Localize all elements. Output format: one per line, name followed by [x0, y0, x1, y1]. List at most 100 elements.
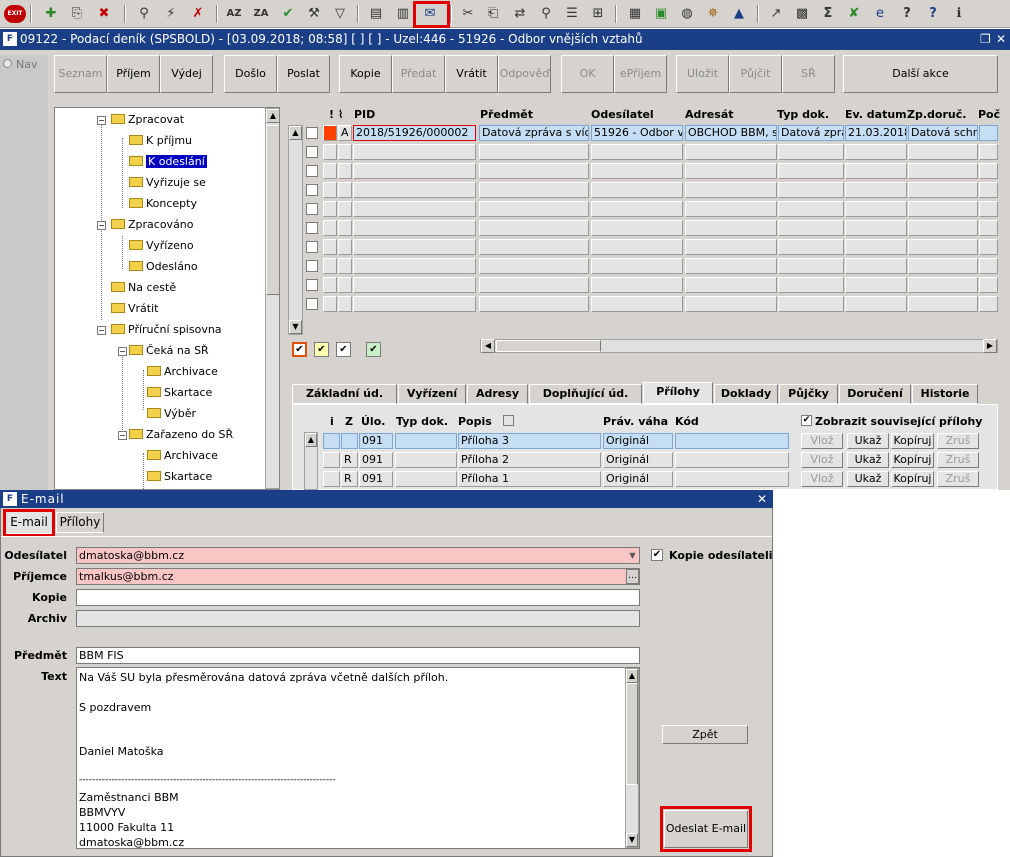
empty-cell[interactable] — [908, 182, 978, 198]
document-icon[interactable]: ▦ — [626, 5, 644, 23]
empty-cell[interactable] — [338, 182, 352, 198]
kopie-odesilateli-checkbox[interactable]: ✔ — [651, 549, 663, 561]
collapse-icon[interactable]: − — [97, 326, 106, 335]
excel-icon[interactable]: ✘ — [845, 5, 863, 23]
empty-cell[interactable] — [979, 163, 998, 179]
ulozit-button[interactable]: Uložit — [676, 55, 729, 93]
tree-item-skartace-2[interactable]: Skartace — [147, 468, 212, 486]
collapse-icon[interactable]: − — [118, 347, 127, 356]
empty-cell[interactable] — [845, 220, 907, 236]
row-checkbox[interactable] — [306, 146, 318, 158]
empty-cell[interactable] — [908, 201, 978, 217]
att-vaha-cell[interactable]: Originál — [603, 433, 673, 449]
empty-cell[interactable] — [353, 296, 476, 312]
empty-cell[interactable] — [323, 201, 337, 217]
pujcit-button[interactable]: Půjčit — [729, 55, 782, 93]
odesilatel-field[interactable]: dmatoska@bbm.cz — [76, 547, 640, 564]
vratit-button[interactable]: Vrátit — [445, 55, 498, 93]
vloz-button[interactable]: Vlož — [801, 471, 843, 487]
empty-cell[interactable] — [479, 163, 589, 179]
empty-cell[interactable] — [979, 239, 998, 255]
empty-cell[interactable] — [845, 163, 907, 179]
empty-cell[interactable] — [685, 258, 777, 274]
att-popis-cell[interactable]: Příloha 2 — [458, 452, 601, 468]
chart-icon[interactable]: ↗ — [767, 5, 785, 23]
tab-historie[interactable]: Historie — [912, 384, 978, 404]
add-record-icon[interactable]: ✚ — [42, 5, 60, 23]
empty-cell[interactable] — [338, 239, 352, 255]
tree-item-archivace-2[interactable]: Archivace — [147, 447, 218, 465]
empty-cell[interactable] — [338, 258, 352, 274]
tree-item-skartace[interactable]: Skartace — [147, 384, 212, 402]
execute-query-icon[interactable]: ⚡ — [162, 5, 180, 23]
row-checkbox[interactable] — [306, 298, 318, 310]
empty-cell[interactable] — [778, 182, 844, 198]
empty-cell[interactable] — [778, 258, 844, 274]
zrus-button[interactable]: Zruš — [937, 452, 979, 468]
evdatum-cell[interactable]: 21.03.2018 — [845, 125, 907, 141]
empty-cell[interactable] — [353, 163, 476, 179]
predmet-cell[interactable]: Datová zpráva s více — [479, 125, 589, 141]
att-typ-cell[interactable] — [395, 433, 457, 449]
row-checkbox[interactable] — [306, 127, 318, 139]
row-checkbox[interactable] — [306, 165, 318, 177]
empty-cell[interactable] — [591, 163, 683, 179]
empty-cell[interactable] — [353, 144, 476, 160]
empty-cell[interactable] — [979, 296, 998, 312]
empty-cell[interactable] — [479, 296, 589, 312]
tree-item-archivace[interactable]: Archivace — [147, 363, 218, 381]
sort-ascending-icon[interactable]: AZ — [225, 5, 243, 23]
empty-cell[interactable] — [338, 201, 352, 217]
scroll-thumb[interactable] — [496, 340, 601, 352]
chevron-down-icon[interactable]: ▼ — [626, 548, 639, 563]
empty-cell[interactable] — [908, 220, 978, 236]
empty-cell[interactable] — [845, 182, 907, 198]
scroll-left-icon[interactable]: ◀ — [481, 339, 495, 353]
close-icon[interactable]: ✕ — [757, 490, 767, 508]
tree-item-koncepty[interactable]: Koncepty — [129, 195, 197, 213]
filter-checkbox-red[interactable]: ✔ — [292, 342, 307, 357]
empty-cell[interactable] — [908, 296, 978, 312]
empty-cell[interactable] — [338, 277, 352, 293]
prijem-button[interactable]: Příjem — [107, 55, 160, 93]
att-ulo-cell[interactable]: 091 — [359, 452, 393, 468]
empty-cell[interactable] — [685, 144, 777, 160]
calculator-icon[interactable]: ▩ — [793, 5, 811, 23]
empty-cell[interactable] — [685, 201, 777, 217]
tree-item-vyrizuje-se[interactable]: Vyřizuje se — [129, 174, 206, 192]
sr-button[interactable]: SŘ — [782, 55, 835, 93]
empty-cell[interactable] — [353, 239, 476, 255]
tree-item-vyber[interactable]: Výběr — [147, 405, 196, 423]
empty-cell[interactable] — [845, 277, 907, 293]
delete-record-icon[interactable]: ✖ — [95, 5, 113, 23]
att-vaha-cell[interactable]: Originál — [603, 452, 673, 468]
ukaz-button[interactable]: Ukaž — [847, 471, 889, 487]
empty-cell[interactable] — [845, 144, 907, 160]
empty-cell[interactable] — [778, 239, 844, 255]
empty-cell[interactable] — [979, 220, 998, 236]
odpoved-button[interactable]: Odpověď — [498, 55, 551, 93]
tab-doplnujici[interactable]: Doplňující úd. — [529, 384, 642, 404]
empty-cell[interactable] — [323, 296, 337, 312]
kopie-button[interactable]: Kopie — [339, 55, 392, 93]
att-popis-cell[interactable]: Příloha 3 — [458, 433, 601, 449]
print-preview-icon[interactable]: ▥ — [394, 5, 412, 23]
att-z-cell[interactable] — [341, 433, 358, 449]
empty-cell[interactable] — [338, 163, 352, 179]
att-scrollbar[interactable]: ▲ — [304, 432, 318, 490]
tree-item-k-odeslani[interactable]: K odeslání — [129, 153, 208, 171]
tree-item-vyrizeno[interactable]: Vyřízeno — [129, 237, 194, 255]
show-related-checkbox[interactable]: ✔ — [801, 415, 812, 426]
att-kod-cell[interactable] — [675, 433, 789, 449]
scroll-up-icon[interactable]: ▲ — [266, 109, 279, 123]
pid-cell[interactable]: 2018/51926/000002 — [353, 125, 476, 141]
kopie-field[interactable] — [76, 589, 640, 606]
empty-cell[interactable] — [323, 144, 337, 160]
browser-icon[interactable]: e — [871, 5, 889, 23]
empty-cell[interactable] — [908, 163, 978, 179]
ukaz-button[interactable]: Ukaž — [847, 452, 889, 468]
att-i-cell[interactable] — [323, 433, 340, 449]
empty-cell[interactable] — [479, 239, 589, 255]
att-i-cell[interactable] — [323, 452, 340, 468]
filter-checkbox-yellow[interactable]: ✔ — [314, 342, 329, 357]
